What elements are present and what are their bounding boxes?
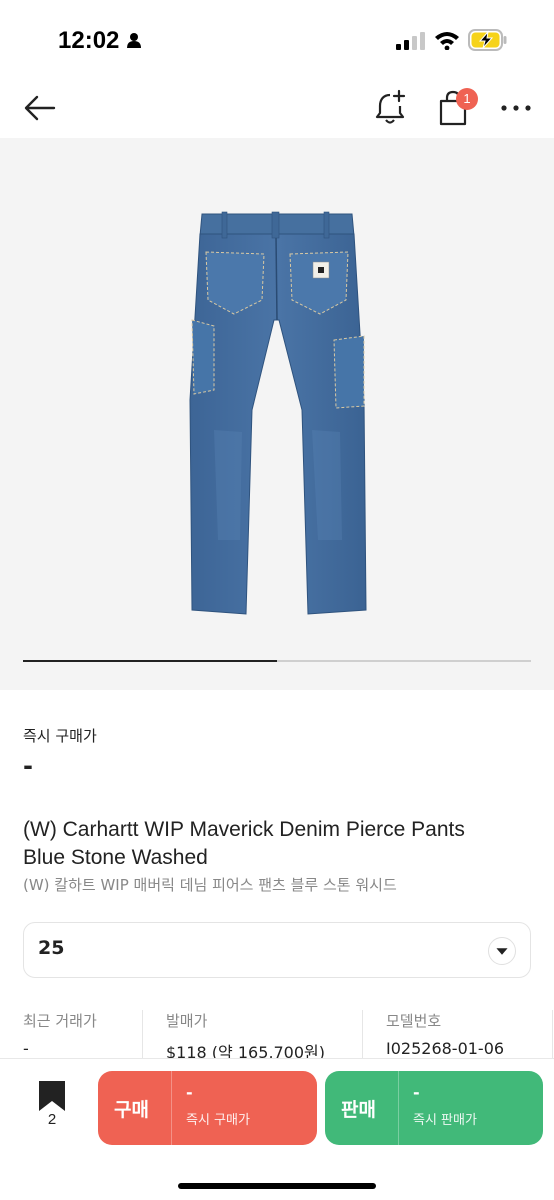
size-selected-value: 25 xyxy=(38,937,65,959)
home-indicator xyxy=(178,1183,376,1189)
product-image-jeans xyxy=(189,211,367,615)
buy-button-label: 구매 xyxy=(114,1099,149,1121)
info-recent-trade-value: - xyxy=(23,1039,29,1058)
sell-button-label: 판매 xyxy=(341,1099,376,1121)
notification-add-icon[interactable] xyxy=(372,88,408,128)
more-options-icon[interactable] xyxy=(498,94,534,122)
wifi-icon xyxy=(435,32,459,50)
buy-button-sub: 즉시 구매가 xyxy=(186,1113,250,1128)
info-recent-trade: 최근 거래가 - xyxy=(23,1010,153,1060)
cellular-signal-icon xyxy=(396,32,425,50)
cart-count-badge: 1 xyxy=(456,88,478,110)
size-select[interactable]: 25 xyxy=(23,922,531,978)
status-bar: 12:02 xyxy=(0,0,554,80)
product-title-en-line1: (W) Carhartt WIP Maverick Denim Pierce P… xyxy=(23,818,465,841)
info-model-number: 모델번호 I025268-01-06 xyxy=(386,1010,551,1060)
info-release-price: 발매가 $118 (약 165,700원) xyxy=(166,1010,356,1062)
info-model-number-value: I025268-01-06 xyxy=(386,1039,505,1058)
back-arrow-icon[interactable] xyxy=(22,90,58,126)
status-time: 12:02 xyxy=(58,27,120,54)
info-divider xyxy=(552,1010,553,1058)
info-divider xyxy=(142,1010,143,1058)
info-release-price-label: 발매가 xyxy=(166,1012,208,1030)
info-model-number-label: 모델번호 xyxy=(386,1012,442,1030)
bookmark-icon xyxy=(39,1081,65,1111)
sell-button-divider xyxy=(398,1071,399,1145)
product-title-en: (W) Carhartt WIP Maverick Denim Pierce P… xyxy=(23,816,543,872)
nav-bar: 1 xyxy=(0,80,554,136)
sell-button-sub: 즉시 판매가 xyxy=(413,1113,477,1128)
buy-button-divider xyxy=(171,1071,172,1145)
dropdown-arrow-icon xyxy=(488,937,516,965)
sell-button[interactable]: 판매 - 즉시 판매가 xyxy=(325,1071,543,1145)
bookmark-count: 2 xyxy=(47,1111,57,1128)
bottom-action-bar: 2 구매 - 즉시 구매가 판매 - 즉시 판매가 xyxy=(0,1058,554,1200)
battery-charging-icon xyxy=(468,29,507,51)
sell-button-price: - xyxy=(413,1083,420,1102)
buy-button[interactable]: 구매 - 즉시 구매가 xyxy=(98,1071,317,1145)
instant-buy-price-label: 즉시 구매가 xyxy=(23,727,97,745)
buy-button-price: - xyxy=(186,1083,193,1102)
bookmark-button[interactable]: 2 xyxy=(30,1079,74,1139)
product-title-ko: (W) 칼하트 WIP 매버릭 데님 피어스 팬츠 블루 스톤 워시드 xyxy=(23,876,397,894)
info-divider xyxy=(362,1010,363,1058)
image-carousel-progress-fill xyxy=(23,660,277,662)
product-title-en-line2: Blue Stone Washed xyxy=(23,846,208,869)
person-icon xyxy=(127,33,141,48)
instant-buy-price-value: - xyxy=(23,752,33,780)
product-image-carousel[interactable] xyxy=(0,138,554,690)
info-recent-trade-label: 최근 거래가 xyxy=(23,1012,97,1030)
image-carousel-progress xyxy=(23,660,531,662)
